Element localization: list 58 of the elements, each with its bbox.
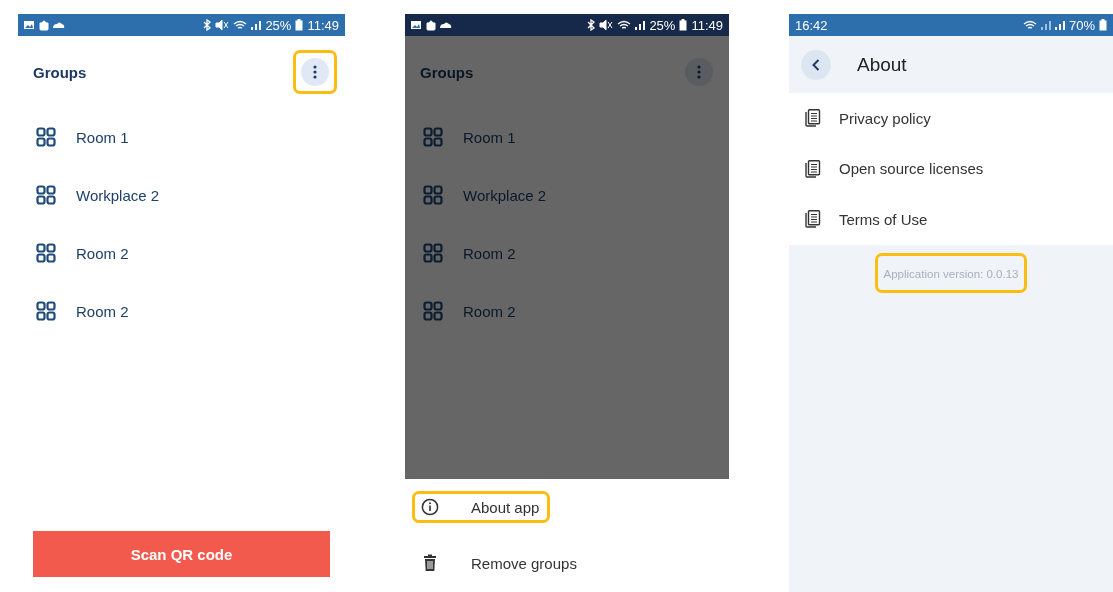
bag-icon <box>39 19 49 31</box>
mute-icon <box>599 19 614 31</box>
battery-level: 25% <box>265 17 292 33</box>
battery-level: 25% <box>649 17 676 33</box>
clock-time: 11:49 <box>691 17 723 33</box>
clock-time: 16:42 <box>795 17 828 33</box>
document-icon <box>805 210 821 229</box>
grid-icon <box>36 243 56 263</box>
image-icon <box>411 20 422 30</box>
group-item[interactable]: Room 2 <box>18 224 345 282</box>
bluetooth-icon <box>203 19 212 31</box>
bluetooth-icon <box>587 19 596 31</box>
battery-icon <box>679 19 688 31</box>
more-options-button[interactable] <box>301 58 329 86</box>
wifi-icon <box>1022 20 1037 30</box>
more-options-button[interactable] <box>685 58 713 86</box>
screen-title: Groups <box>420 63 474 81</box>
grid-icon <box>423 243 443 263</box>
wifi-icon <box>617 20 632 30</box>
grid-icon <box>423 185 443 205</box>
wifi-icon <box>233 20 248 30</box>
signal-icon <box>251 20 262 30</box>
group-item[interactable]: Workplace 2 <box>18 166 345 224</box>
trash-icon <box>421 554 439 572</box>
grid-icon <box>423 127 443 147</box>
back-button[interactable] <box>801 49 831 80</box>
chevron-left-icon <box>812 58 820 71</box>
signal-icon <box>1054 20 1065 30</box>
screen-title: Groups <box>33 63 87 81</box>
menu-item[interactable]: Remove groups <box>421 554 577 572</box>
image-icon <box>24 20 35 30</box>
group-item[interactable]: Room 2 <box>18 282 345 340</box>
bag-icon <box>426 19 436 31</box>
link-item[interactable]: Privacy policy <box>805 93 1097 144</box>
more-icon <box>697 65 701 79</box>
menu-item[interactable]: About app <box>421 498 540 516</box>
signal-icon <box>635 20 646 30</box>
battery-level: 70% <box>1068 17 1095 33</box>
grid-icon <box>36 185 56 205</box>
mute-icon <box>215 19 230 31</box>
document-icon <box>805 159 821 178</box>
signal-icon <box>1040 20 1051 30</box>
app-version-text: Application version: 0.0.13 <box>883 267 1019 280</box>
grid-icon <box>36 301 56 321</box>
link-item[interactable]: Open source licenses <box>805 143 1097 194</box>
document-icon <box>805 109 821 128</box>
battery-icon <box>295 19 304 31</box>
group-item[interactable]: Room 1 <box>18 108 345 166</box>
more-icon <box>313 65 317 79</box>
cloud-icon <box>53 22 65 28</box>
grid-icon <box>36 127 56 147</box>
battery-icon <box>1099 19 1107 31</box>
link-item[interactable]: Terms of Use <box>805 194 1097 245</box>
cloud-icon <box>440 22 452 28</box>
clock-time: 11:49 <box>307 17 339 33</box>
info-icon <box>421 498 439 516</box>
grid-icon <box>423 301 443 321</box>
screen-title: About <box>857 53 907 76</box>
